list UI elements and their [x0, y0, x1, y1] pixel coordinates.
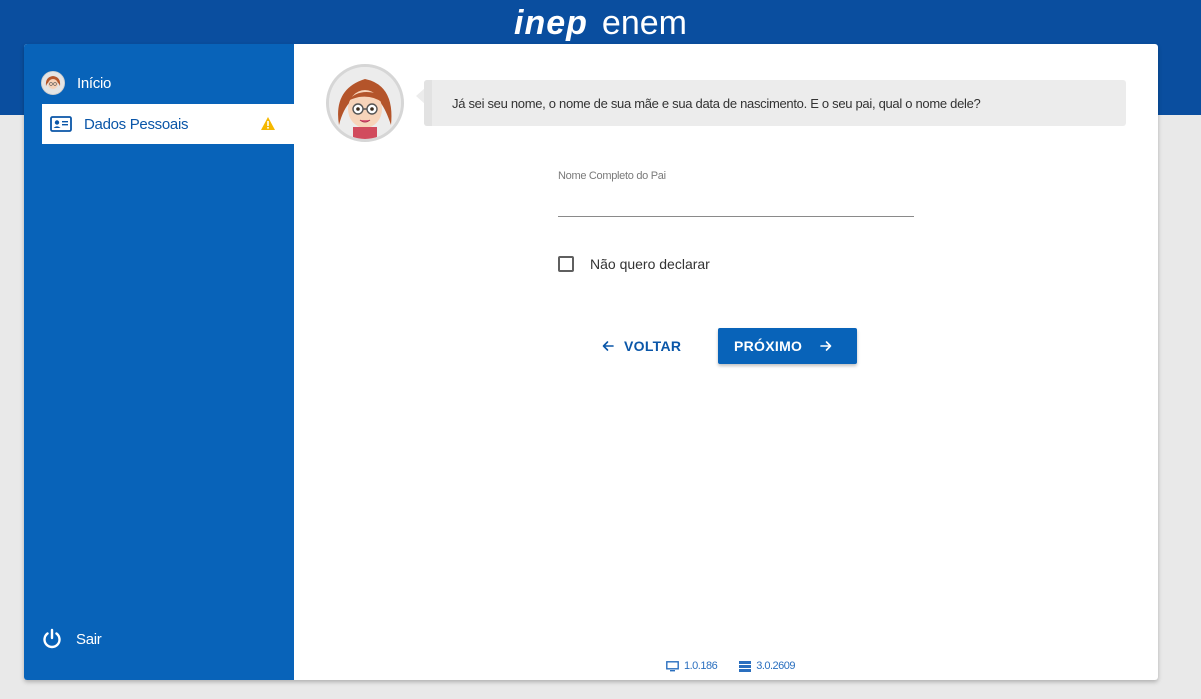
- father-name-input[interactable]: [558, 188, 914, 217]
- monitor-icon: [666, 660, 679, 671]
- assistant-avatar: [326, 64, 404, 142]
- warning-icon: [260, 116, 276, 131]
- logout-label: Sair: [76, 630, 102, 648]
- decline-checkbox-row[interactable]: Não quero declarar: [558, 256, 710, 272]
- main-card: Início Dados Pessoais Sair Já sei seu no…: [24, 44, 1158, 680]
- back-label: VOLTAR: [624, 338, 682, 354]
- client-version: 1.0.186: [666, 660, 718, 672]
- arrow-left-icon: [602, 340, 614, 352]
- assistant-message-bubble: Já sei seu nome, o nome de sua mãe e sua…: [416, 80, 1126, 126]
- back-button[interactable]: VOLTAR: [602, 328, 681, 364]
- sidebar-item-label: Início: [77, 74, 112, 92]
- power-icon: [43, 628, 61, 649]
- logout-button[interactable]: Sair: [41, 628, 102, 650]
- main-content: Já sei seu nome, o nome de sua mãe e sua…: [294, 44, 1158, 680]
- decline-checkbox[interactable]: [558, 256, 574, 272]
- decline-label: Não quero declarar: [590, 256, 710, 272]
- client-version-text: 1.0.186: [684, 660, 718, 672]
- assistant-avatar-icon: [41, 71, 65, 95]
- server-version-text: 3.0.2609: [756, 660, 796, 672]
- server-version: 3.0.2609: [739, 660, 796, 672]
- sidebar: Início Dados Pessoais Sair: [24, 44, 294, 680]
- assistant-message: Já sei seu nome, o nome de sua mãe e sua…: [452, 95, 981, 111]
- father-name-label: Nome Completo do Pai: [558, 170, 666, 182]
- next-button[interactable]: PRÓXIMO: [718, 328, 857, 364]
- logo-inep: inep: [514, 4, 588, 42]
- server-icon: [739, 660, 752, 672]
- arrow-right-icon: [820, 340, 832, 352]
- sidebar-item-label: Dados Pessoais: [84, 115, 189, 133]
- next-label: PRÓXIMO: [734, 338, 803, 354]
- sidebar-item-dados-pessoais[interactable]: Dados Pessoais: [42, 104, 294, 144]
- logo-enem: enem: [601, 4, 687, 42]
- sidebar-item-inicio[interactable]: Início: [24, 63, 294, 103]
- bubble-accent: [424, 80, 432, 126]
- father-name-field: Nome Completo do Pai: [558, 166, 914, 218]
- id-card-icon: [50, 116, 72, 132]
- inep-enem-logo: inep enem: [0, 3, 1201, 43]
- version-info: 1.0.186 3.0.2609: [666, 660, 796, 672]
